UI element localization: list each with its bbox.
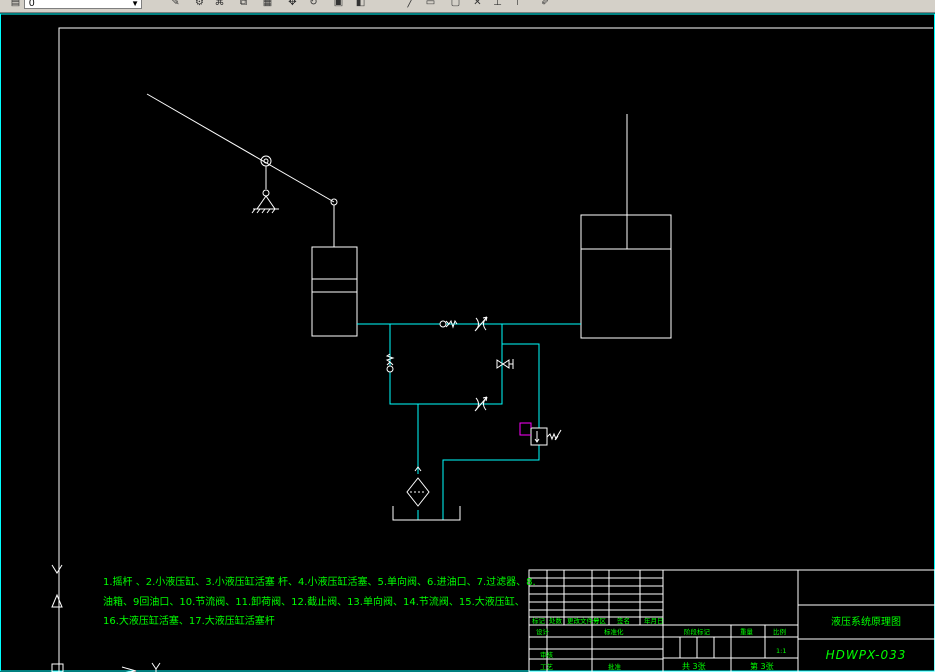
large-cylinder-body — [580, 214, 672, 339]
tb-label-weight: 重量 — [740, 628, 754, 636]
tb-label-review: 审核 — [540, 650, 554, 659]
legend-line-2: 油箱、9回油口、10.节流阀、11.卸荷阀、12.截止阀、13.单向阀、14.节… — [103, 597, 525, 608]
tb-label-standardize: 标准化 — [604, 627, 624, 636]
tb-label-count: 处数 — [549, 616, 563, 625]
layer-dropdown[interactable]: 0 ▼ — [24, 0, 142, 9]
trim-icon[interactable]: ▢ — [450, 0, 461, 8]
layer-value: 0 — [29, 0, 35, 9]
support-joint — [262, 189, 270, 197]
chevron-down-icon[interactable]: ▼ — [131, 0, 139, 10]
lever-assembly — [146, 93, 338, 247]
tb-label-signature: 签名 — [617, 616, 630, 625]
match-icon[interactable]: ⌘ — [214, 0, 225, 8]
shutoff-valve — [496, 359, 514, 369]
tb-label-approve: 批准 — [608, 662, 622, 671]
support-triangle — [256, 195, 276, 210]
tb-label-scale: 比例 — [773, 627, 786, 636]
return-pipe — [442, 343, 540, 520]
edit-icon[interactable]: ✎ — [170, 0, 181, 8]
unloading-valve — [519, 422, 562, 446]
move-icon[interactable]: ✥ — [287, 0, 298, 8]
line-icon[interactable]: ╱ — [405, 0, 416, 8]
copy-icon[interactable]: ⧉ — [238, 0, 249, 8]
tb-label-mark: 标记 — [532, 616, 546, 625]
tb-label-date: 年月日 — [644, 616, 664, 625]
hydraulic-pipes — [357, 323, 581, 520]
loop-pipe — [389, 324, 503, 405]
lever-arm — [146, 93, 335, 203]
valves — [385, 316, 514, 412]
oil-tank — [392, 506, 461, 521]
tb-label-design: 设计 — [536, 627, 550, 636]
tb-label-stage-mark: 阶段标记 — [684, 627, 711, 636]
tb-sheet-total: 共 3张 — [682, 662, 706, 671]
tb-label-process: 工艺 — [540, 663, 554, 671]
rect-icon[interactable]: ▭ — [425, 0, 436, 8]
tb-scale-value: 1:1 — [776, 647, 786, 655]
properties-icon[interactable]: ⚙ — [194, 0, 205, 8]
extend-icon[interactable]: ✕ — [472, 0, 483, 8]
break-icon[interactable]: ⊤ — [512, 0, 523, 8]
ground-hatch — [251, 208, 276, 214]
layer-icon[interactable]: ▤ — [10, 0, 21, 8]
legend-line-3: 16.大液压缸活塞、17.大液压缸活塞杆 — [103, 616, 275, 627]
layer-states-icon[interactable]: ▦ — [262, 0, 273, 8]
tb-label-zone: 分区 — [593, 616, 607, 625]
small-cylinder — [311, 246, 358, 337]
tb-sheet-no: 第 3张 — [750, 661, 774, 671]
toolbar: 0 ▼ ▤ ✎ ⚙ ⌘ ⧉ ▦ ✥ ↻ ▣ ◧ ╱ ▭ ▢ ✕ ⊥ ⊤ ✐ — [0, 0, 935, 13]
paint-icon[interactable]: ✐ — [540, 0, 551, 8]
rotate-icon[interactable]: ↻ — [308, 0, 319, 8]
mirror-icon[interactable]: ◧ — [355, 0, 366, 8]
legend-line-1: 1.摇杆 、2.小液压缸、3.小液压缸活塞 杆、4.小液压缸活塞、5.单向阀、6… — [103, 577, 536, 588]
drawing-title: 液压系统原理图 — [831, 615, 901, 628]
drawing-number: HDWPX-033 — [826, 648, 907, 662]
check-valve-top — [439, 319, 458, 329]
scale-icon[interactable]: ▣ — [333, 0, 344, 8]
explode-icon[interactable]: ⊥ — [492, 0, 503, 8]
large-cylinder — [580, 114, 672, 339]
